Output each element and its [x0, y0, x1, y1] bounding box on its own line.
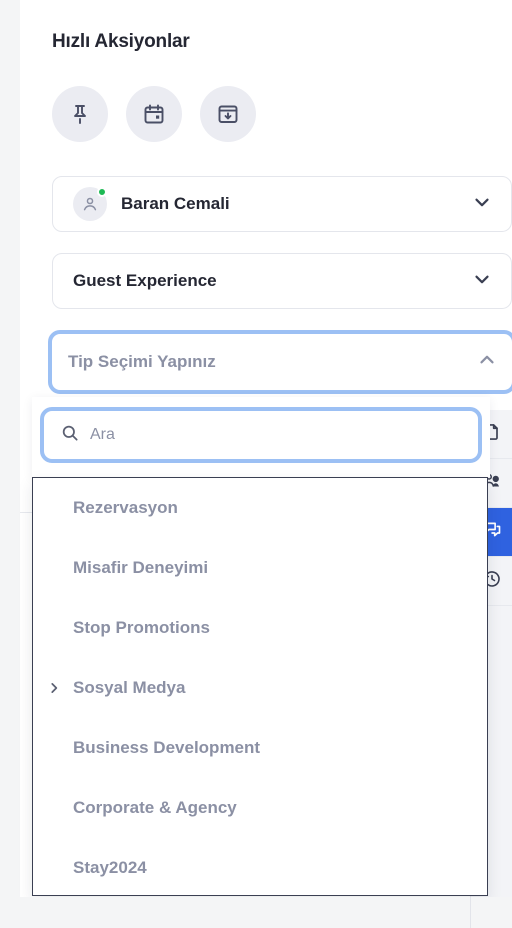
dropdown-item[interactable]: Corporate & Agency: [33, 778, 487, 838]
search-field[interactable]: [40, 407, 482, 463]
dropdown-item-label: Stay2024: [73, 858, 147, 877]
department-select-value: Guest Experience: [73, 271, 217, 290]
dropdown-item[interactable]: Misafir Deneyimi: [33, 538, 487, 598]
archive-button[interactable]: [200, 86, 256, 142]
dropdown-item[interactable]: Stop Promotions: [33, 598, 487, 658]
status-badge-online: [97, 187, 107, 197]
chevron-right-icon[interactable]: [45, 679, 63, 697]
dropdown-item-label: Corporate & Agency: [73, 798, 237, 817]
chevron-up-icon: [476, 349, 498, 376]
quick-actions-row: [52, 86, 256, 142]
pin-button[interactable]: [52, 86, 108, 142]
dropdown-item[interactable]: Rezervasyon: [33, 478, 487, 538]
chevron-down-icon: [471, 268, 493, 295]
dropdown-search-container: [32, 397, 490, 477]
dropdown-item[interactable]: Stay2024: [33, 838, 487, 895]
archive-download-icon: [216, 102, 240, 126]
left-gutter: [0, 0, 20, 928]
dropdown-item-label: Misafir Deneyimi: [73, 558, 209, 577]
rail-bottom-divider: [470, 897, 471, 928]
avatar: [73, 187, 107, 221]
chevron-down-icon: [471, 191, 493, 218]
assignee-select-value: Baran Cemali: [121, 194, 230, 213]
type-select[interactable]: Tip Seçimi Yapınız: [48, 330, 512, 394]
type-dropdown-list: Rezervasyon Misafir Deneyimi Stop Promot…: [32, 477, 488, 896]
search-icon: [60, 423, 80, 448]
dropdown-item-label: Rezervasyon: [73, 498, 178, 517]
dropdown-item-label: Stop Promotions: [73, 618, 210, 637]
type-select-value: Tip Seçimi Yapınız: [68, 352, 216, 371]
dropdown-item-label: Business Development: [73, 738, 261, 757]
calendar-icon: [142, 102, 166, 126]
department-select[interactable]: Guest Experience: [52, 253, 512, 309]
dropdown-item[interactable]: Business Development: [33, 718, 487, 778]
panel-bottom-background: [20, 897, 512, 928]
pin-icon: [68, 102, 92, 126]
calendar-button[interactable]: [126, 86, 182, 142]
dropdown-item[interactable]: Sosyal Medya: [33, 658, 487, 718]
search-input[interactable]: [90, 426, 462, 444]
page-title: Hızlı Aksiyonlar: [52, 31, 190, 52]
dropdown-item-label: Sosyal Medya: [73, 678, 186, 697]
app-root: Hızlı Aksiyonlar Baran Cemali Guest Expe…: [0, 0, 512, 928]
assignee-select[interactable]: Baran Cemali: [52, 176, 512, 232]
